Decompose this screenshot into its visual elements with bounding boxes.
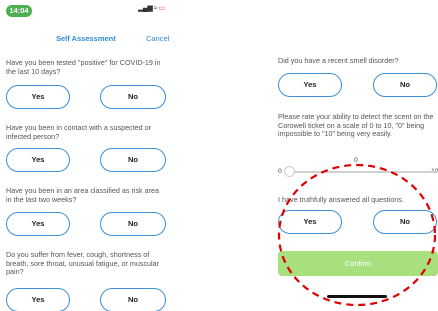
no-button[interactable]: No [100,212,166,236]
question-risk-area: Have you been in an area classified as r… [6,186,160,204]
no-button[interactable]: No [100,148,166,172]
no-button[interactable]: No [100,85,166,109]
yes-button[interactable]: Yes [6,85,70,109]
question-tested-positive: Have you been tested "positive" for COVI… [6,58,161,76]
question-symptoms: Do you suffer from fever, cough, shortne… [6,250,160,277]
scale-min-label: 0 [278,168,282,175]
yes-button[interactable]: Yes [278,210,342,234]
status-icons: ▂▄▆ ≈ ▭ [138,4,165,12]
scale-current-value: 0 [354,157,358,164]
assessment-screen-left: 14:04 ▂▄▆ ≈ ▭ Self Assessment Cancel Hav… [0,0,172,311]
question-scent-rating: Please rate your ability to detect the s… [278,112,434,139]
yes-button[interactable]: Yes [6,288,70,311]
rating-slider-handle[interactable] [284,166,295,177]
question-truthful: I have truthfully answered all questions… [278,195,404,204]
page-title: Self Assessment [56,34,116,43]
cancel-button[interactable]: Cancel [146,34,169,43]
yes-button[interactable]: Yes [6,212,70,236]
no-button[interactable]: No [373,73,437,97]
status-time: 14:04 [6,5,32,17]
question-contact: Have you been in contact with a suspecte… [6,123,152,141]
rating-slider-track[interactable] [284,171,438,173]
battery-icon: ▭ [158,5,165,12]
confirm-button[interactable]: Confirm [278,251,438,276]
assessment-screen-right: Did you have a recent smell disorder? Ye… [272,0,438,311]
home-indicator [327,295,387,298]
signal-icon: ▂▄▆ ≈ [138,5,158,12]
no-button[interactable]: No [373,210,437,234]
yes-button[interactable]: Yes [278,73,342,97]
no-button[interactable]: No [100,288,166,311]
yes-button[interactable]: Yes [6,148,70,172]
question-smell-disorder: Did you have a recent smell disorder? [278,56,399,65]
